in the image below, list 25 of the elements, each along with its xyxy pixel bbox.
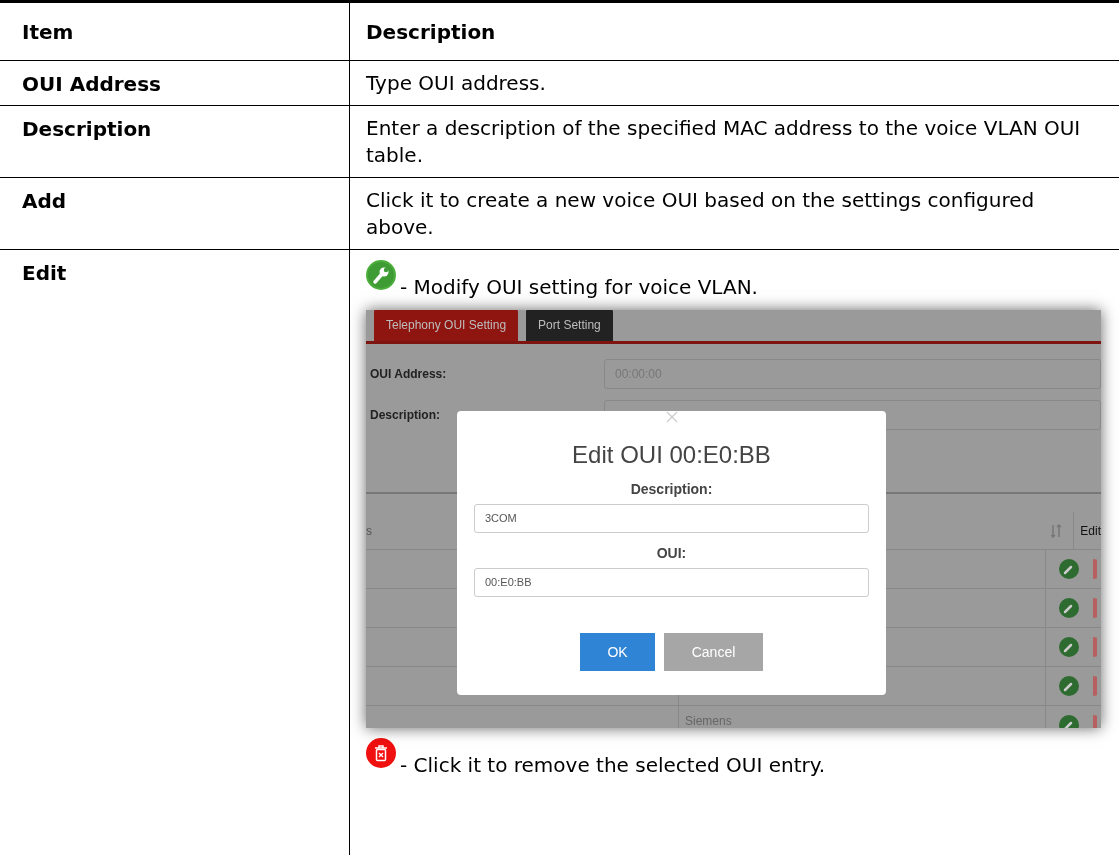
description-text: - Modify OUI setting for voice VLAN. <box>400 276 758 298</box>
item-label: OUI Address <box>22 72 161 96</box>
close-icon[interactable] <box>665 411 678 423</box>
tab[interactable]: Telephony OUI Setting <box>374 310 519 341</box>
input-field[interactable]: 3COM <box>474 504 869 533</box>
sort-icon[interactable] <box>1051 523 1062 538</box>
ok-button[interactable]: OK <box>580 633 655 671</box>
field-label: OUI Address: <box>369 365 448 383</box>
column-header: Item <box>22 18 74 46</box>
field-label: Description: <box>630 480 713 499</box>
item-label: Description <box>22 117 152 141</box>
field-label: Description: <box>369 406 441 424</box>
item-label: Edit <box>22 261 67 285</box>
tab[interactable]: Port Setting <box>526 310 613 341</box>
column-header: Description <box>366 18 496 46</box>
column-header: Edit <box>1073 511 1101 550</box>
column-header: s <box>366 522 372 540</box>
description-text: Type OUI address. <box>366 70 547 97</box>
description-text: Enter a description of the specified MAC address to the voice VLAN OUI table. <box>366 115 1082 169</box>
field-label: OUI: <box>656 544 687 563</box>
item-label: Add <box>22 189 67 213</box>
description-text: Click it to create a new voice OUI based on the settings configured above. <box>366 187 1036 241</box>
description-text: - Click it to remove the selected OUI entry. <box>400 754 826 776</box>
dialog-title: Edit OUI 00:E0:BB <box>572 440 771 470</box>
input-field[interactable]: 00:E0:BB <box>474 568 869 597</box>
